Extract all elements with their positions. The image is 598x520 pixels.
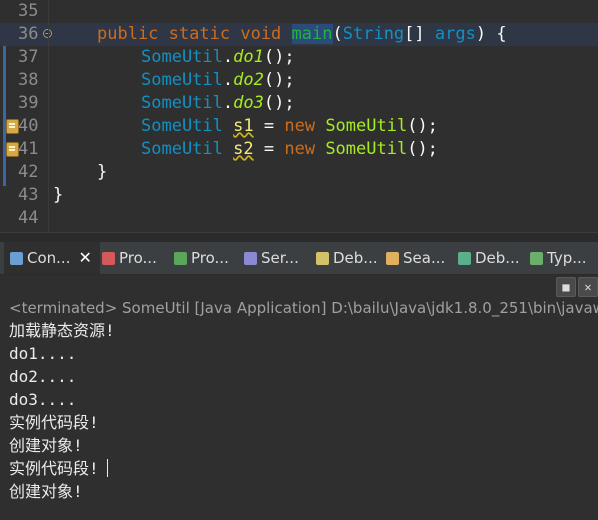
tab-label: Pro... — [119, 249, 157, 267]
punctuation: . — [222, 47, 234, 67]
code-line[interactable]: 40 SomeUtil s1 = new SomeUtil(); — [0, 115, 598, 138]
console-output-line: 创建对象! — [9, 482, 83, 501]
tab-label: Con... — [27, 249, 71, 267]
variable-name: s1 — [233, 116, 254, 136]
tab-label: Pro... — [191, 249, 229, 267]
close-icon[interactable]: ✕ — [78, 242, 91, 274]
tab-problems[interactable]: Pro... — [102, 242, 157, 274]
tab-servers[interactable]: Ser... — [244, 242, 299, 274]
tab-label: Deb... — [333, 249, 378, 267]
problems-icon — [102, 252, 115, 265]
console-status: <terminated> SomeUtil [Java Application]… — [9, 299, 598, 317]
tab-progress[interactable]: Pro... — [174, 242, 229, 274]
code-line[interactable]: 38 SomeUtil.do2(); — [0, 69, 598, 92]
operator: = — [253, 139, 285, 159]
console-output-text: 实例代码段! — [9, 459, 99, 478]
keyword: new — [284, 139, 316, 159]
keyword: void — [240, 24, 282, 44]
search-icon — [386, 252, 399, 265]
code-line[interactable]: 37 SomeUtil.do1(); — [0, 46, 598, 69]
tab-type-hierarchy[interactable]: Typ... — [530, 242, 587, 274]
variable-name: s2 — [233, 139, 254, 159]
tab-label: Typ... — [547, 249, 587, 267]
console-toolbar: ■ ✕ — [0, 275, 598, 297]
punctuation: ) { — [475, 24, 507, 44]
code-line[interactable]: 39 SomeUtil.do3(); — [0, 92, 598, 115]
punctuation: . — [222, 93, 234, 113]
remove-launch-icon[interactable]: ✕ — [578, 277, 598, 297]
console-view[interactable]: ■ ✕ <terminated> SomeUtil [Java Applicat… — [0, 275, 598, 520]
console-output-line: do1.... — [9, 344, 77, 363]
line-number-gutter — [8, 0, 49, 232]
tab-label: Deb... — [475, 249, 520, 267]
tab-label: Ser... — [261, 249, 299, 267]
punctuation: . — [222, 70, 234, 90]
keyword: public — [97, 24, 159, 44]
punctuation: (); — [263, 47, 295, 67]
servers-icon — [244, 252, 257, 265]
console-output-line: 创建对象! — [9, 436, 83, 455]
type-hierarchy-icon — [530, 252, 543, 265]
punctuation: [] — [404, 24, 435, 44]
type-name: String — [342, 24, 405, 44]
code-line[interactable]: 44 — [0, 207, 598, 230]
text-cursor — [106, 459, 108, 477]
punctuation: (); — [407, 139, 438, 159]
console-output-line: 实例代码段! — [9, 457, 108, 480]
punctuation: (); — [263, 70, 295, 90]
tab-debug[interactable]: Deb... — [316, 242, 378, 274]
method-call: do2 — [233, 70, 264, 90]
code-line[interactable]: 43 } — [0, 184, 598, 207]
class-name: SomeUtil — [141, 70, 223, 90]
code-editor[interactable]: 35 36 − public static void main(String[]… — [0, 0, 598, 232]
code-line[interactable]: 41 SomeUtil s2 = new SomeUtil(); — [0, 138, 598, 161]
keyword: new — [284, 116, 316, 136]
constructor-call: SomeUtil — [325, 116, 408, 136]
console-output-line: 实例代码段! — [9, 413, 99, 432]
debug-icon — [316, 252, 329, 265]
console-output-line: do2.... — [9, 367, 77, 386]
debug-shell-icon — [458, 252, 471, 265]
constructor-call: SomeUtil — [325, 139, 408, 159]
code-line[interactable]: 35 — [0, 0, 598, 23]
method-call: do1 — [233, 47, 264, 67]
parameter-name: args — [434, 24, 476, 44]
tab-search[interactable]: Sea... — [386, 242, 445, 274]
tab-debug-shell[interactable]: Deb... — [458, 242, 520, 274]
class-name: SomeUtil — [141, 139, 223, 159]
console-output-line: 加载静态资源! — [9, 321, 115, 340]
operator: = — [253, 116, 285, 136]
closing-brace: } — [97, 162, 108, 182]
method-name: main — [291, 24, 333, 44]
code-line[interactable]: 42 } — [0, 161, 598, 184]
console-output-line: do3.... — [9, 390, 77, 409]
class-name: SomeUtil — [141, 93, 223, 113]
class-name: SomeUtil — [141, 116, 223, 136]
method-call: do3 — [233, 93, 264, 113]
keyword: static — [168, 24, 231, 44]
code-line[interactable]: 36 − public static void main(String[] ar… — [0, 23, 598, 46]
view-tab-bar: Con... ✕ Pro... Pro... Ser... Deb... Sea.… — [0, 242, 598, 275]
console-icon — [10, 252, 23, 265]
closing-brace: } — [53, 185, 64, 205]
class-name: SomeUtil — [141, 47, 223, 67]
punctuation: ( — [332, 24, 343, 44]
punctuation: (); — [263, 93, 295, 113]
terminate-icon[interactable]: ■ — [556, 277, 576, 297]
progress-icon — [174, 252, 187, 265]
tab-console[interactable]: Con... ✕ — [4, 242, 100, 274]
tab-label: Sea... — [403, 249, 446, 267]
punctuation: (); — [407, 116, 438, 136]
